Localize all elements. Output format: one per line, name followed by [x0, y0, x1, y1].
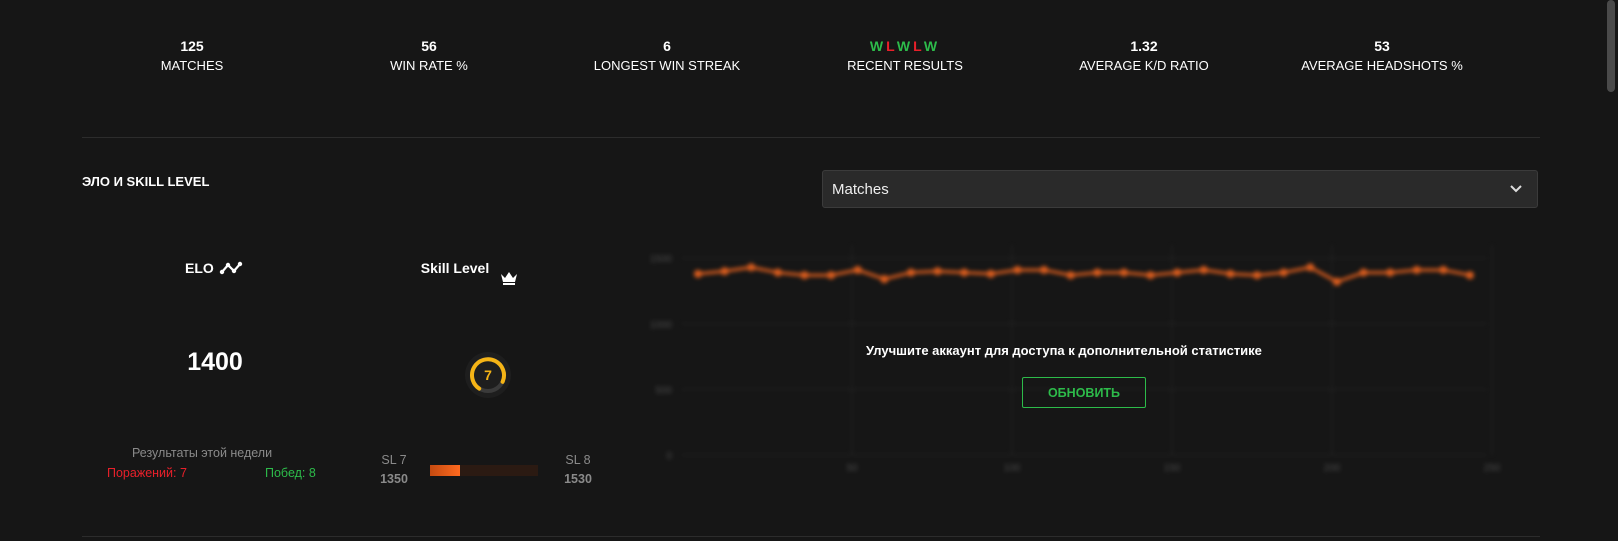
chart-point	[1386, 268, 1395, 277]
chart-point	[1119, 268, 1128, 277]
level-progress-bar	[430, 465, 538, 476]
section-title: ЭЛО И SKILL LEVEL	[82, 174, 210, 189]
chart-point	[1306, 263, 1315, 272]
skill-level-gauge: 7	[465, 352, 511, 398]
stat-label: RECENT RESULTS	[847, 58, 963, 73]
chart-y-tick: 500	[655, 385, 672, 396]
select-value: Matches	[832, 181, 889, 198]
chart-point	[906, 268, 915, 277]
chart-series-line	[697, 265, 1471, 284]
chart-point	[1279, 268, 1288, 277]
chart-point	[1040, 265, 1049, 274]
stat-label: AVERAGE K/D RATIO	[1079, 58, 1209, 73]
stat-longest-win-streak: 6 LONGEST WIN STREAK	[557, 36, 777, 74]
chart-point	[720, 267, 729, 276]
chart-point	[1226, 269, 1235, 278]
stat-value: 56	[421, 38, 437, 54]
chart-point	[1173, 268, 1182, 277]
result-win: W	[923, 38, 941, 54]
current-level-elo: 1350	[380, 472, 408, 486]
chart-point	[1066, 271, 1075, 280]
stat-value: 53	[1374, 38, 1390, 54]
chart-x-tick: 250	[1484, 463, 1501, 474]
result-win: W	[869, 38, 887, 54]
elo-value: 1400	[187, 348, 243, 376]
chart-point	[1013, 265, 1022, 274]
stat-label: LONGEST WIN STREAK	[593, 58, 741, 73]
crown-icon	[501, 272, 517, 285]
skill-level-number: 7	[484, 367, 492, 383]
week-wins: Побед: 8	[265, 466, 316, 480]
chart-metric-select[interactable]: Matches	[822, 170, 1538, 208]
level-progress-fill	[430, 465, 461, 476]
chart-y-tick: 1000	[650, 320, 673, 331]
stat-label: AVERAGE HEADSHOTS %	[1301, 58, 1463, 73]
week-results-title: Результаты этой недели	[132, 446, 273, 460]
chart-point	[1412, 265, 1421, 274]
stat-headshots: 53 AVERAGE HEADSHOTS %	[1272, 36, 1492, 74]
chart-point	[1359, 268, 1368, 277]
chevron-down-icon	[1510, 185, 1522, 193]
stat-value: 6	[663, 38, 671, 54]
chart-point	[933, 267, 942, 276]
chart-x-tick: 100	[1004, 463, 1021, 474]
skill-level-label: Skill Level	[420, 260, 490, 276]
current-level-name: SL 7	[381, 453, 407, 467]
stat-kd-ratio: 1.32 AVERAGE K/D RATIO	[1034, 36, 1254, 74]
stat-value: 125	[180, 38, 204, 54]
chart-point	[986, 269, 995, 278]
result-loss: L	[913, 38, 924, 54]
chart-point	[1253, 271, 1262, 280]
chart-x-tick: 150	[1164, 463, 1181, 474]
chart-x-tick: 200	[1324, 463, 1341, 474]
stat-label: MATCHES	[160, 58, 224, 73]
chart-point	[1199, 265, 1208, 274]
progress-current-level: SL 7 1350	[374, 452, 414, 487]
upgrade-message: Улучшите аккаунт для доступа к дополните…	[866, 343, 1262, 358]
elo-label-text: ELO	[185, 260, 214, 276]
chart-point	[694, 269, 702, 278]
chart-point	[827, 271, 836, 280]
stats-row: 125 MATCHES 56 WIN RATE % 6 LONGEST WIN …	[82, 36, 1540, 86]
chart-point	[1332, 277, 1341, 286]
scrollbar-track[interactable]	[1604, 0, 1618, 541]
stat-label: WIN RATE %	[390, 58, 468, 73]
chart-point	[1439, 265, 1448, 274]
chart-y-tick: 0	[666, 451, 672, 462]
stat-value: 1.32	[1130, 38, 1158, 54]
next-level-name: SL 8	[565, 453, 591, 467]
divider-bottom	[82, 536, 1540, 537]
upgrade-button[interactable]: ОБНОВИТЬ	[1022, 377, 1146, 408]
chart-point	[800, 271, 809, 280]
result-loss: L	[886, 38, 897, 54]
next-level-elo: 1530	[564, 472, 592, 486]
stat-recent-results: WLWLW RECENT RESULTS	[795, 36, 1015, 74]
chart-x-tick: 50	[846, 463, 858, 474]
chart-point	[1093, 268, 1102, 277]
chart-point	[747, 263, 756, 272]
recent-results-badges: WLWLW	[795, 36, 1015, 56]
elo-label: ELO	[185, 260, 243, 276]
divider-top	[82, 137, 1540, 138]
stat-matches: 125 MATCHES	[82, 36, 302, 74]
result-win: W	[896, 38, 914, 54]
chart-point	[1466, 271, 1474, 280]
scrollbar-thumb[interactable]	[1607, 0, 1615, 92]
chart-y-tick: 1500	[650, 254, 673, 265]
chart-point	[960, 268, 969, 277]
chart-point	[880, 275, 889, 284]
week-losses: Поражений: 7	[107, 466, 187, 480]
elo-trend-icon	[219, 261, 242, 275]
chart-point	[853, 265, 862, 274]
chart-point	[773, 268, 782, 277]
chart-point	[1146, 271, 1155, 280]
stat-win-rate: 56 WIN RATE %	[319, 36, 539, 74]
progress-next-level: SL 8 1530	[558, 452, 598, 487]
